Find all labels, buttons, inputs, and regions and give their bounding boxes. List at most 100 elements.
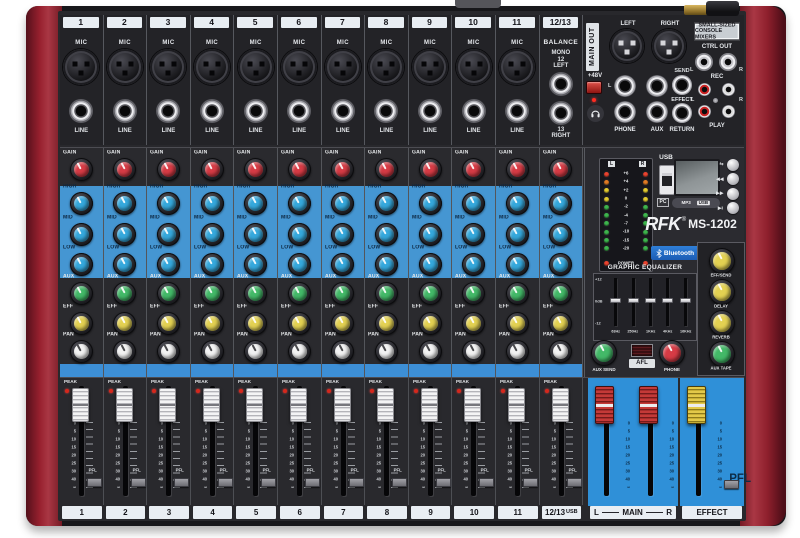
- channel-knob-pan[interactable]: [70, 340, 93, 363]
- channel-fader-cap[interactable]: [464, 388, 481, 422]
- channel-knob-low[interactable]: [70, 253, 93, 276]
- pfl-button[interactable]: [87, 478, 102, 487]
- phantom-power-switch[interactable]: [586, 81, 602, 94]
- channel-knob-high[interactable]: [288, 192, 311, 215]
- aux-tape-knob[interactable]: [709, 341, 735, 367]
- pfl-button[interactable]: [261, 478, 276, 487]
- pfl-button[interactable]: [174, 478, 189, 487]
- effect-fader-cap[interactable]: [687, 386, 706, 424]
- channel-knob-gain[interactable]: [375, 158, 398, 181]
- channel-knob-aux[interactable]: [288, 282, 311, 305]
- next-button[interactable]: [727, 188, 739, 200]
- aux-send-knob[interactable]: [591, 340, 617, 366]
- channel-knob-pan[interactable]: [201, 340, 224, 363]
- delay-knob[interactable]: [709, 279, 735, 305]
- channel-fader-cap[interactable]: [203, 388, 220, 422]
- previous-button[interactable]: [727, 173, 739, 185]
- channel-knob-gain[interactable]: [113, 158, 136, 181]
- channel-knob-gain[interactable]: [201, 158, 224, 181]
- channel-knob-pan[interactable]: [462, 340, 485, 363]
- channel-knob-aux[interactable]: [244, 282, 267, 305]
- eq-slider-cap[interactable]: [645, 298, 656, 303]
- channel-knob-mid[interactable]: [70, 223, 93, 246]
- eq-slider-cap[interactable]: [680, 298, 691, 303]
- pfl-button[interactable]: [479, 478, 494, 487]
- channel-knob-mid[interactable]: [288, 223, 311, 246]
- channel-knob-pan[interactable]: [244, 340, 267, 363]
- effect-pfl-button[interactable]: [724, 480, 739, 489]
- channel-knob-low[interactable]: [375, 253, 398, 276]
- channel-knob-gain[interactable]: [157, 158, 180, 181]
- channel-knob-aux[interactable]: [201, 282, 224, 305]
- channel-knob-low[interactable]: [506, 253, 529, 276]
- channel-knob-mid[interactable]: [375, 223, 398, 246]
- main-right-fader-cap[interactable]: [639, 386, 658, 424]
- channel-knob-gain[interactable]: [331, 158, 354, 181]
- pfl-button[interactable]: [218, 478, 233, 487]
- pfl-button[interactable]: [131, 478, 146, 487]
- pfl-button[interactable]: [567, 478, 582, 487]
- channel-knob-pan[interactable]: [157, 340, 180, 363]
- channel-fader-cap[interactable]: [508, 388, 525, 422]
- channel-knob-gain[interactable]: [288, 158, 311, 181]
- channel-knob-high[interactable]: [157, 192, 180, 215]
- channel-knob-pan[interactable]: [331, 340, 354, 363]
- channel-knob-aux[interactable]: [157, 282, 180, 305]
- channel-knob-gain[interactable]: [462, 158, 485, 181]
- channel-fader-cap[interactable]: [159, 388, 176, 422]
- pfl-button[interactable]: [349, 478, 364, 487]
- repeat-button[interactable]: [727, 159, 739, 171]
- pfl-button[interactable]: [305, 478, 320, 487]
- channel-knob-gain[interactable]: [70, 158, 93, 181]
- channel-knob-aux[interactable]: [70, 282, 93, 305]
- channel-knob-aux[interactable]: [419, 282, 442, 305]
- main-left-fader-cap[interactable]: [595, 386, 614, 424]
- channel-knob-high[interactable]: [375, 192, 398, 215]
- channel-knob-mid[interactable]: [157, 223, 180, 246]
- channel-knob-aux[interactable]: [549, 282, 572, 305]
- channel-knob-gain[interactable]: [419, 158, 442, 181]
- pfl-button[interactable]: [436, 478, 451, 487]
- channel-knob-mid[interactable]: [419, 223, 442, 246]
- channel-knob-low[interactable]: [419, 253, 442, 276]
- channel-knob-pan[interactable]: [549, 340, 572, 363]
- channel-knob-aux[interactable]: [506, 282, 529, 305]
- channel-knob-pan[interactable]: [419, 340, 442, 363]
- channel-knob-pan[interactable]: [113, 340, 136, 363]
- phone-level-knob[interactable]: [659, 340, 685, 366]
- channel-fader-cap[interactable]: [290, 388, 307, 422]
- channel-fader-cap[interactable]: [246, 388, 263, 422]
- pfl-button[interactable]: [523, 478, 538, 487]
- channel-knob-high[interactable]: [201, 192, 224, 215]
- channel-knob-high[interactable]: [70, 192, 93, 215]
- channel-fader-cap[interactable]: [552, 388, 569, 422]
- eq-slider-cap[interactable]: [662, 298, 673, 303]
- channel-knob-aux[interactable]: [375, 282, 398, 305]
- channel-fader-cap[interactable]: [377, 388, 394, 422]
- channel-knob-mid[interactable]: [506, 223, 529, 246]
- channel-knob-mid[interactable]: [201, 223, 224, 246]
- eq-slider-cap[interactable]: [628, 298, 639, 303]
- channel-knob-high[interactable]: [506, 192, 529, 215]
- eq-slider-cap[interactable]: [610, 298, 621, 303]
- afl-label[interactable]: AFL: [629, 359, 655, 368]
- channel-knob-low[interactable]: [201, 253, 224, 276]
- channel-fader-cap[interactable]: [334, 388, 351, 422]
- channel-knob-pan[interactable]: [506, 340, 529, 363]
- channel-fader-cap[interactable]: [116, 388, 133, 422]
- channel-knob-low[interactable]: [157, 253, 180, 276]
- channel-fader-cap[interactable]: [421, 388, 438, 422]
- channel-knob-gain[interactable]: [549, 158, 572, 181]
- channel-knob-aux[interactable]: [462, 282, 485, 305]
- reverb-knob[interactable]: [709, 310, 735, 336]
- channel-knob-low[interactable]: [462, 253, 485, 276]
- channel-knob-gain[interactable]: [244, 158, 267, 181]
- channel-knob-high[interactable]: [419, 192, 442, 215]
- channel-knob-mid[interactable]: [462, 223, 485, 246]
- channel-knob-aux[interactable]: [331, 282, 354, 305]
- channel-knob-high[interactable]: [462, 192, 485, 215]
- channel-knob-aux[interactable]: [113, 282, 136, 305]
- channel-knob-gain[interactable]: [506, 158, 529, 181]
- pfl-button[interactable]: [392, 478, 407, 487]
- eff-send-knob[interactable]: [709, 248, 735, 274]
